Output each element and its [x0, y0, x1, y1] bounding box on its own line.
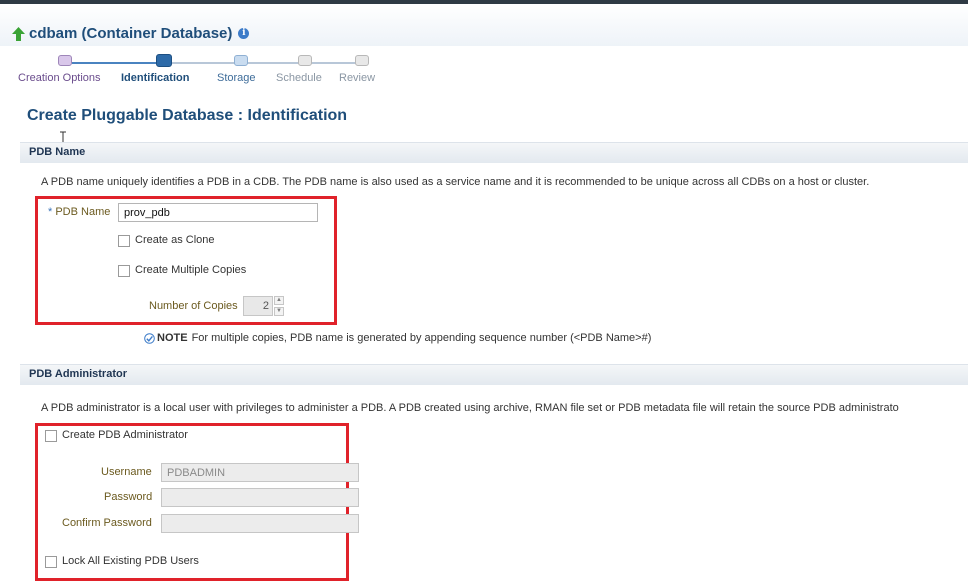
pdb-name-input[interactable] [118, 203, 318, 222]
up-arrow-icon[interactable] [12, 26, 25, 41]
page-header: cdbam (Container Database) i [0, 4, 968, 46]
train-stop-creation-options[interactable] [58, 55, 72, 66]
title-row: cdbam (Container Database) i [12, 25, 250, 42]
train-connector [72, 62, 160, 64]
train-connector [168, 62, 358, 64]
info-icon[interactable]: i [238, 28, 250, 39]
required-marker: * [48, 206, 53, 218]
create-multiple-copies-label: Create Multiple Copies [135, 264, 247, 276]
create-multiple-copies-checkbox[interactable] [118, 265, 130, 277]
password-label: Password [104, 491, 153, 503]
password-input[interactable] [161, 488, 359, 507]
note-text: For multiple copies, PDB name is generat… [191, 332, 652, 344]
pdb-admin-section-header: PDB Administrator [20, 364, 968, 385]
train-label-schedule: Schedule [276, 72, 322, 84]
train-stop-review [355, 55, 369, 66]
multiple-copies-note: NOTE For multiple copies, PDB name is ge… [144, 332, 651, 344]
create-pdb-admin-label: Create PDB Administrator [62, 429, 188, 441]
note-check-icon [144, 332, 155, 344]
spinner-down-icon: ▼ [274, 307, 284, 316]
lock-pdb-users-label: Lock All Existing PDB Users [62, 555, 199, 567]
username-label: Username [101, 466, 152, 478]
wizard-train: Creation Options Identification Storage … [0, 52, 400, 92]
pdb-name-label: * PDB Name [48, 206, 110, 218]
pdb-name-section-header: PDB Name [20, 142, 968, 163]
number-of-copies-value: 2 [243, 296, 273, 316]
page-title: Create Pluggable Database : Identificati… [27, 107, 348, 124]
train-label-creation-options[interactable]: Creation Options [18, 72, 101, 84]
page-header-title: cdbam (Container Database) [29, 25, 233, 42]
pdb-admin-section-heading: PDB Administrator [29, 368, 127, 380]
create-pdb-admin-checkbox[interactable] [45, 430, 57, 442]
train-stop-storage[interactable] [234, 55, 248, 66]
pdb-name-section-heading: PDB Name [29, 146, 86, 158]
note-label: NOTE [157, 332, 188, 344]
create-as-clone-label: Create as Clone [135, 234, 215, 246]
confirm-password-input[interactable] [161, 514, 359, 533]
pdb-admin-description: A PDB administrator is a local user with… [41, 402, 899, 414]
spinner-arrows: ▲ ▼ [274, 296, 284, 316]
train-stop-identification [156, 54, 172, 67]
number-of-copies-label: Number of Copies [149, 300, 238, 312]
pdb-name-label-text: PDB Name [55, 206, 111, 218]
pdb-name-description: A PDB name uniquely identifies a PDB in … [41, 176, 870, 188]
lock-pdb-users-checkbox[interactable] [45, 556, 57, 568]
spinner-up-icon: ▲ [274, 296, 284, 305]
create-as-clone-checkbox[interactable] [118, 235, 130, 247]
username-input[interactable] [161, 463, 359, 482]
train-label-identification: Identification [121, 72, 190, 84]
train-stop-schedule [298, 55, 312, 66]
confirm-password-label: Confirm Password [62, 517, 152, 529]
train-label-storage[interactable]: Storage [217, 72, 256, 84]
train-label-review: Review [339, 72, 376, 84]
